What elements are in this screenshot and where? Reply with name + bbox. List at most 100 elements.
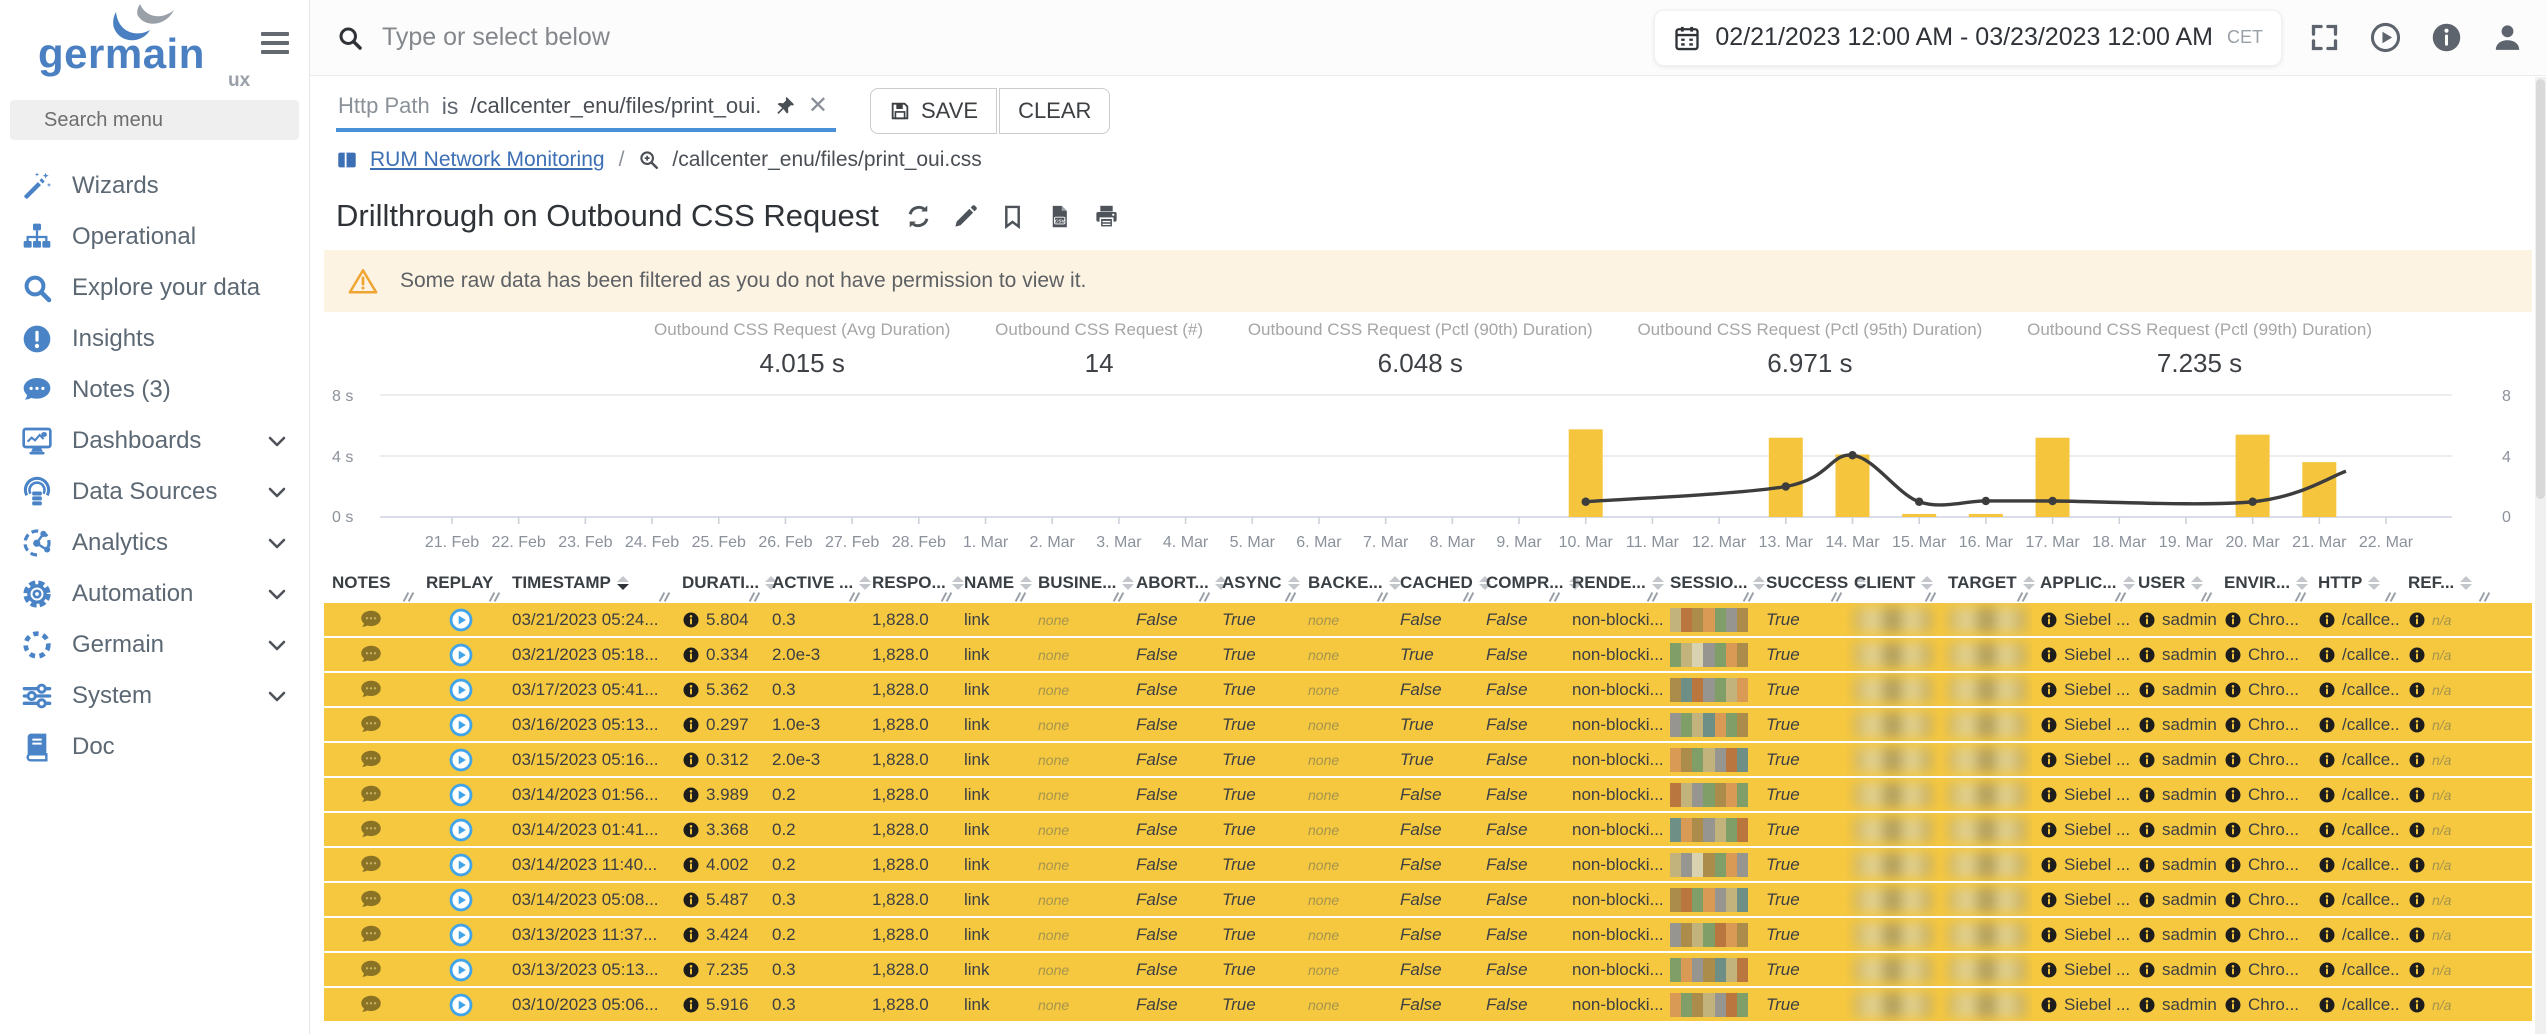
sidebar-item-doc[interactable]: Doc <box>0 721 309 772</box>
column-resize-handle[interactable] <box>848 592 860 602</box>
column-header-async[interactable]: ASYNC <box>1214 563 1300 603</box>
column-resize-handle[interactable] <box>402 592 414 602</box>
column-resize-handle[interactable] <box>2478 592 2490 602</box>
fullscreen-icon[interactable] <box>2308 21 2341 54</box>
replay-icon[interactable] <box>448 957 474 983</box>
column-header-success[interactable]: SUCCESS <box>1758 563 1846 603</box>
replay-icon[interactable] <box>448 782 474 808</box>
column-resize-handle[interactable] <box>748 592 760 602</box>
info-dark-icon[interactable] <box>2138 996 2156 1014</box>
timezone-label[interactable]: CET <box>2227 27 2263 48</box>
sidebar-item-insights[interactable]: Insights <box>0 313 309 364</box>
column-header-busine[interactable]: BUSINE... <box>1030 563 1128 603</box>
column-header-respo[interactable]: RESPO... <box>864 563 956 603</box>
sidebar-item-notes-3[interactable]: Notes (3) <box>0 364 309 415</box>
session-strip-thumbnail[interactable] <box>1670 993 1748 1017</box>
info-dark-icon[interactable] <box>2138 646 2156 664</box>
replay-icon[interactable] <box>448 852 474 878</box>
session-strip-thumbnail[interactable] <box>1670 783 1748 807</box>
note-comment-icon[interactable] <box>358 852 384 878</box>
column-resize-handle[interactable] <box>1014 592 1026 602</box>
column-header-envir[interactable]: ENVIR... <box>2216 563 2310 603</box>
edit-icon[interactable] <box>952 203 979 230</box>
column-header-target[interactable]: TARGET <box>1940 563 2032 603</box>
sort-carets-icon[interactable] <box>617 576 629 590</box>
column-resize-handle[interactable] <box>1742 592 1754 602</box>
info-dark-icon[interactable] <box>2040 611 2058 629</box>
table-row[interactable]: 03/21/2023 05:18...0.3342.0e-31,828.0lin… <box>324 638 2532 671</box>
sidebar-item-wizards[interactable]: Wizards <box>0 160 309 211</box>
info-dark-icon[interactable] <box>2040 646 2058 664</box>
session-strip-thumbnail[interactable] <box>1670 888 1748 912</box>
table-row[interactable]: 03/14/2023 01:56...3.9890.21,828.0linkno… <box>324 778 2532 811</box>
refresh-icon[interactable] <box>905 203 932 230</box>
info-dark-icon[interactable] <box>682 716 700 734</box>
sort-carets-icon[interactable] <box>2460 576 2472 590</box>
global-search-input[interactable] <box>380 22 1636 53</box>
note-comment-icon[interactable] <box>358 747 384 773</box>
note-comment-icon[interactable] <box>358 922 384 948</box>
info-dark-icon[interactable] <box>682 856 700 874</box>
table-row[interactable]: 03/15/2023 05:16...0.3122.0e-31,828.0lin… <box>324 743 2532 776</box>
table-row[interactable]: 03/10/2023 05:06...5.9160.31,828.0linkno… <box>324 988 2532 1021</box>
column-header-http[interactable]: HTTP <box>2310 563 2400 603</box>
info-dark-icon[interactable] <box>2138 926 2156 944</box>
info-dark-icon[interactable] <box>2040 891 2058 909</box>
info-dark-icon[interactable] <box>2408 751 2426 769</box>
column-resize-handle[interactable] <box>1830 592 1842 602</box>
session-strip-thumbnail[interactable] <box>1670 958 1748 982</box>
info-dark-icon[interactable] <box>2224 611 2242 629</box>
info-dark-icon[interactable] <box>2408 856 2426 874</box>
info-dark-icon[interactable] <box>2138 681 2156 699</box>
info-dark-icon[interactable] <box>2318 821 2336 839</box>
note-comment-icon[interactable] <box>358 782 384 808</box>
note-comment-icon[interactable] <box>358 817 384 843</box>
session-strip-thumbnail[interactable] <box>1670 818 1748 842</box>
info-dark-icon[interactable] <box>2138 751 2156 769</box>
info-dark-icon[interactable] <box>2318 681 2336 699</box>
info-dark-icon[interactable] <box>682 996 700 1014</box>
replay-icon[interactable] <box>448 817 474 843</box>
bookmark-icon[interactable] <box>999 203 1026 230</box>
table-row[interactable]: 03/21/2023 05:24...5.8040.31,828.0linkno… <box>324 603 2532 636</box>
table-row[interactable]: 03/16/2023 05:13...0.2971.0e-31,828.0lin… <box>324 708 2532 741</box>
sort-carets-icon[interactable] <box>1288 576 1300 590</box>
csv-icon[interactable]: CSV <box>1046 203 1073 230</box>
sort-carets-icon[interactable] <box>2296 576 2308 590</box>
sort-carets-icon[interactable] <box>2368 576 2380 590</box>
info-dark-icon[interactable] <box>2224 926 2242 944</box>
info-dark-icon[interactable] <box>2318 646 2336 664</box>
note-comment-icon[interactable] <box>358 642 384 668</box>
info-dark-icon[interactable] <box>2318 716 2336 734</box>
column-header-sessio[interactable]: SESSIO... <box>1662 563 1758 603</box>
column-header-abort[interactable]: ABORT... <box>1128 563 1214 603</box>
info-dark-icon[interactable] <box>2318 891 2336 909</box>
clear-button[interactable]: CLEAR <box>999 88 1110 134</box>
info-dark-icon[interactable] <box>2408 821 2426 839</box>
info-dark-icon[interactable] <box>2138 856 2156 874</box>
info-dark-icon[interactable] <box>2318 611 2336 629</box>
column-resize-handle[interactable] <box>940 592 952 602</box>
column-resize-handle[interactable] <box>1462 592 1474 602</box>
column-header-client[interactable]: CLIENT <box>1846 563 1940 603</box>
note-comment-icon[interactable] <box>358 607 384 633</box>
info-dark-icon[interactable] <box>682 646 700 664</box>
breadcrumb-parent-link[interactable]: RUM Network Monitoring <box>370 148 605 172</box>
info-dark-icon[interactable] <box>2138 891 2156 909</box>
sort-carets-icon[interactable] <box>1921 576 1933 590</box>
info-dark-icon[interactable] <box>2040 856 2058 874</box>
column-header-applic[interactable]: APPLIC... <box>2032 563 2130 603</box>
column-resize-handle[interactable] <box>658 592 670 602</box>
column-header-timestamp[interactable]: TIMESTAMP <box>504 563 674 603</box>
sort-carets-icon[interactable] <box>2191 576 2203 590</box>
column-resize-handle[interactable] <box>2200 592 2212 602</box>
replay-icon[interactable] <box>448 712 474 738</box>
session-strip-thumbnail[interactable] <box>1670 713 1748 737</box>
column-resize-handle[interactable] <box>2016 592 2028 602</box>
print-icon[interactable] <box>1093 203 1120 230</box>
info-dark-icon[interactable] <box>2040 961 2058 979</box>
table-row[interactable]: 03/14/2023 05:08...5.4870.31,828.0linkno… <box>324 883 2532 916</box>
sidebar-item-automation[interactable]: Automation <box>0 568 309 619</box>
info-dark-icon[interactable] <box>2318 996 2336 1014</box>
save-button[interactable]: SAVE <box>870 88 997 134</box>
